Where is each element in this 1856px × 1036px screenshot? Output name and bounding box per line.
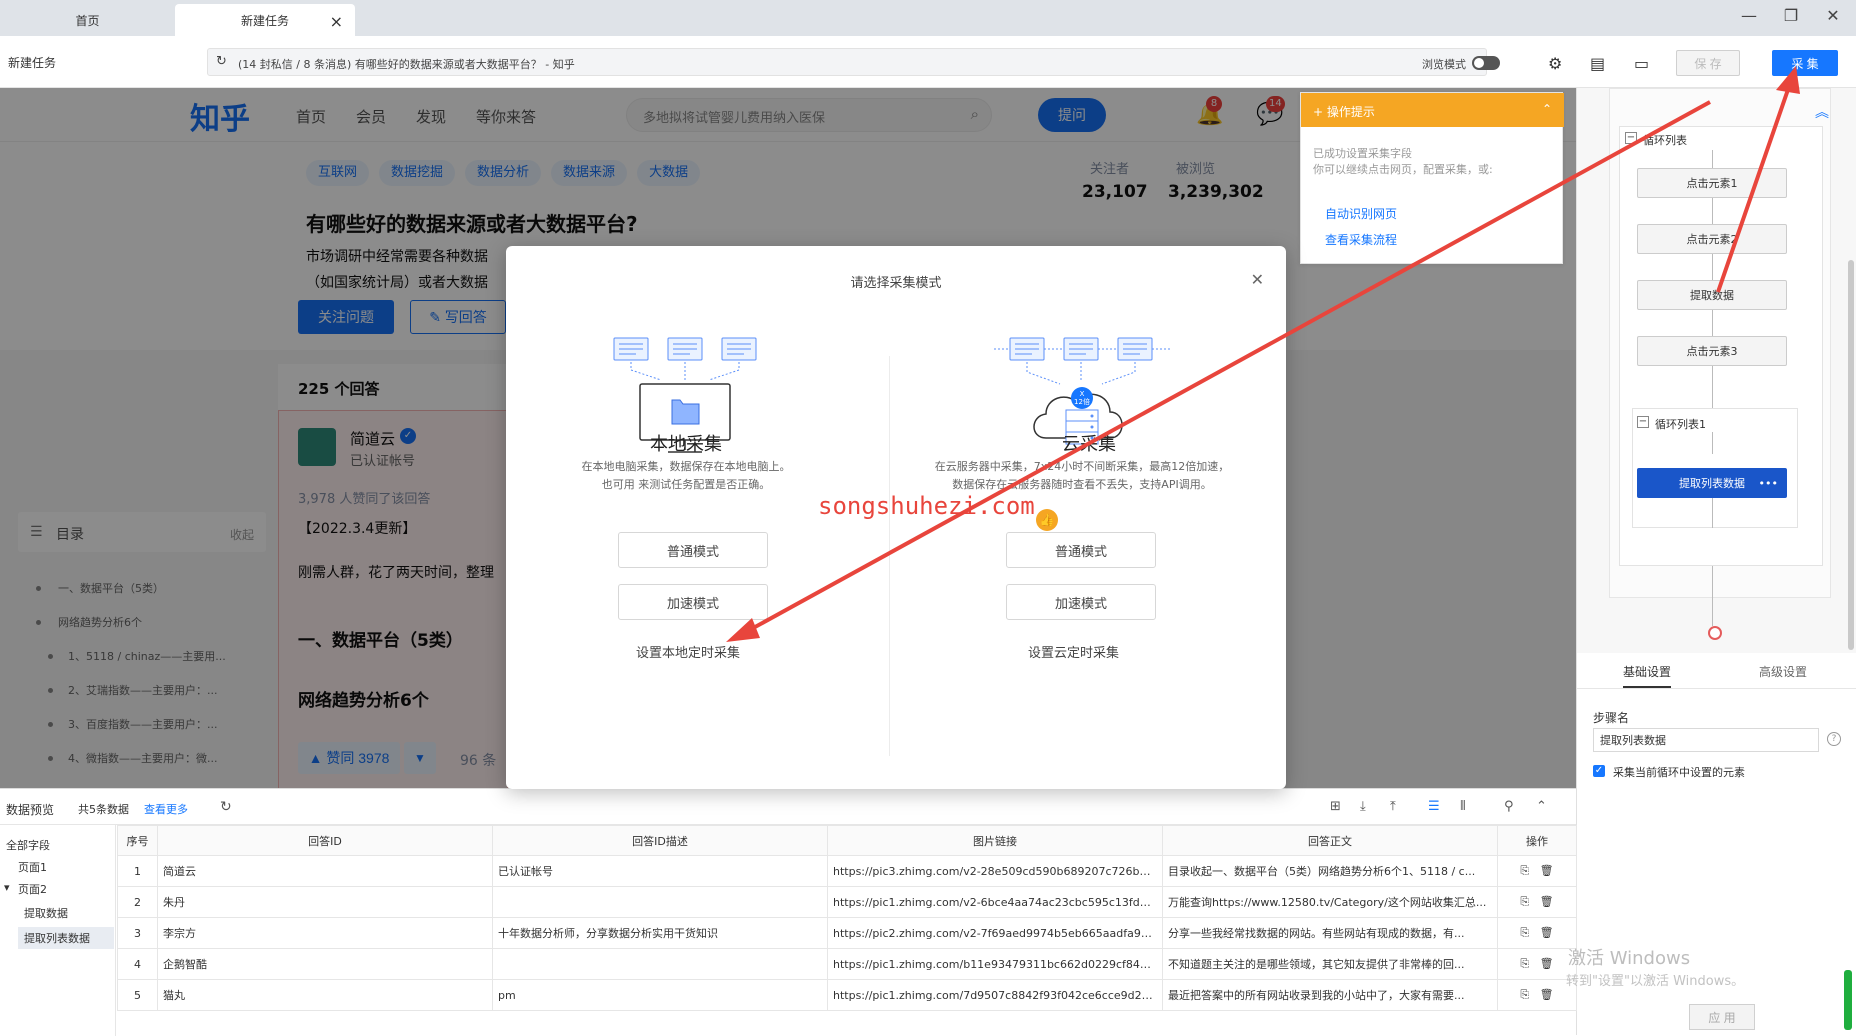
annotation-arrows	[726, 66, 1800, 642]
arrow-line	[1716, 77, 1794, 293]
arrow-line	[734, 100, 1711, 640]
arrow-head	[1776, 66, 1800, 94]
arrow-head	[726, 618, 760, 642]
